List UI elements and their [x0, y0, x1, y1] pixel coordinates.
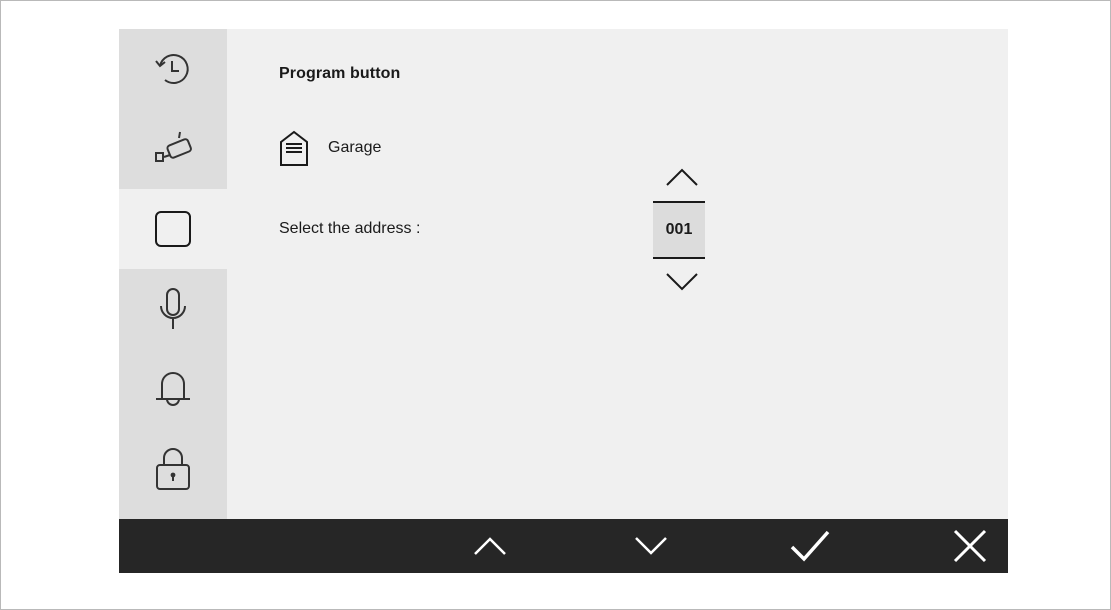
camera-icon	[155, 131, 192, 162]
sidebar-item-lock[interactable]	[119, 429, 227, 509]
history-icon	[155, 54, 189, 85]
bell-icon	[156, 372, 190, 406]
device-row: Garage	[279, 129, 381, 167]
scroll-up-button[interactable]	[460, 519, 520, 573]
bottom-toolbar	[119, 519, 1008, 573]
chevron-down-icon	[635, 537, 667, 555]
page-title: Program button	[279, 65, 401, 82]
sidebar-item-program-button[interactable]	[119, 189, 227, 269]
garage-door-icon	[280, 130, 308, 166]
address-increment-button[interactable]	[657, 162, 707, 192]
confirm-button[interactable]	[780, 519, 840, 573]
sidebar-item-camera[interactable]	[119, 109, 227, 189]
lock-icon	[156, 448, 190, 490]
device-label: Garage	[328, 139, 382, 156]
address-value[interactable]: 001	[653, 201, 705, 259]
checkmark-icon	[790, 530, 830, 562]
microphone-icon	[160, 288, 186, 329]
address-label: Select the address :	[279, 220, 421, 237]
sidebar	[119, 29, 227, 519]
address-decrement-button[interactable]	[657, 267, 707, 297]
chevron-up-icon	[474, 537, 506, 555]
sidebar-item-microphone[interactable]	[119, 269, 227, 349]
close-icon	[953, 529, 987, 563]
device-screen: Program button Garage Select the address…	[119, 29, 1008, 573]
scroll-down-button[interactable]	[621, 519, 681, 573]
program-button-icon	[155, 211, 191, 247]
chevron-up-icon	[666, 168, 698, 186]
sidebar-item-bell[interactable]	[119, 349, 227, 429]
cancel-button[interactable]	[940, 519, 1000, 573]
sidebar-item-history[interactable]	[119, 29, 227, 109]
chevron-down-icon	[666, 273, 698, 291]
